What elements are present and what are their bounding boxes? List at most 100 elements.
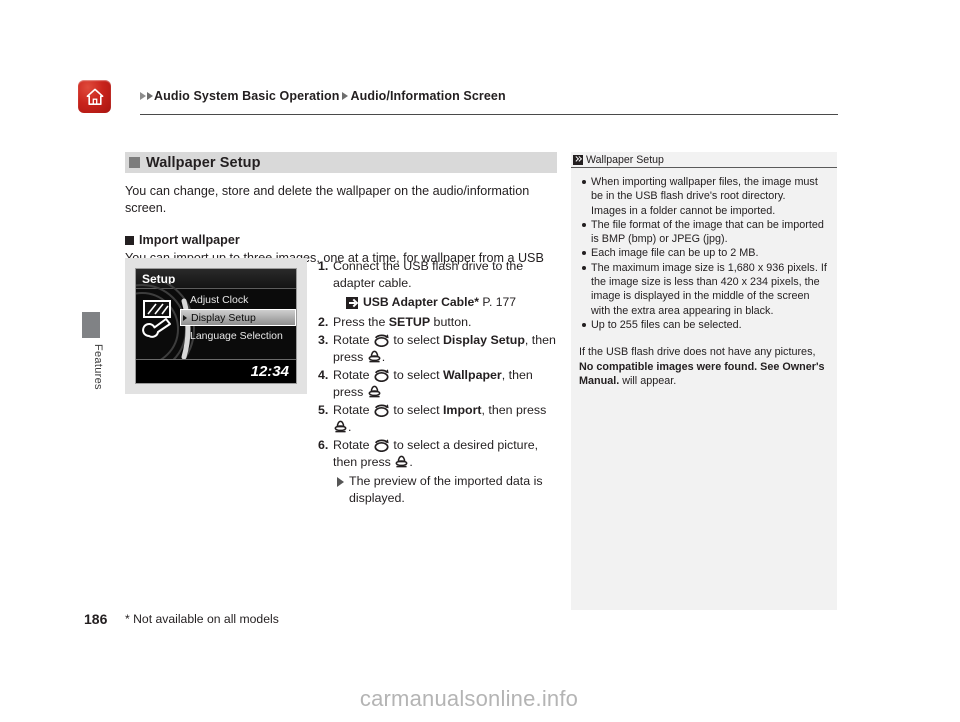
- step-text: Rotate to select Display Setup, then pre…: [333, 332, 558, 366]
- step-text: Rotate to select Wallpaper, then press: [333, 367, 558, 401]
- bullet-dot-icon: [582, 322, 586, 327]
- breadcrumb-arrow-icon: [140, 92, 146, 100]
- side-note-header: Wallpaper Setup: [571, 152, 837, 168]
- section-intro-text: You can change, store and delete the wal…: [125, 184, 530, 215]
- device-menu-item-selected[interactable]: Display Setup: [180, 309, 296, 326]
- rotate-knob-icon: [374, 369, 389, 382]
- device-screen: Setup Adjust Clock Display Setup Languag…: [135, 268, 297, 384]
- side-note-bullet-text: Up to 255 files can be selected.: [591, 318, 742, 331]
- step-text-run: to select: [389, 403, 443, 417]
- press-knob-icon: [368, 350, 381, 363]
- step-number: 4.: [318, 368, 329, 382]
- section-bullet-icon: [129, 157, 140, 168]
- step-number: 3.: [318, 333, 329, 347]
- side-note-body: When importing wallpaper files, the imag…: [571, 168, 837, 388]
- press-knob-icon: [334, 420, 347, 433]
- rotate-knob-icon: [374, 439, 389, 452]
- side-note-tail: will appear.: [619, 374, 677, 387]
- subsection-bullet-icon: [125, 235, 134, 245]
- device-menu-list: Adjust Clock Display Setup Language Sele…: [180, 291, 296, 357]
- step-text-run: Press the: [333, 315, 389, 329]
- step-text: Rotate to select Import, then press .: [333, 402, 558, 436]
- side-note-bold: No compatible images were found. See Own…: [579, 360, 825, 387]
- step-item: 5. Rotate to select Import, then press .: [318, 402, 558, 436]
- step-item: 6. Rotate to select a desired picture, t…: [318, 437, 558, 471]
- step-result-text: The preview of the imported data is disp…: [349, 474, 543, 505]
- step-text-run: , then press: [481, 403, 547, 417]
- side-note-bullet-text: The maximum image size is 1,680 x 936 pi…: [591, 261, 827, 317]
- device-menu-item[interactable]: Language Selection: [180, 327, 296, 344]
- step-text-run: Rotate: [333, 333, 373, 347]
- step-text-run: .: [348, 420, 352, 434]
- side-note-bullet: When importing wallpaper files, the imag…: [579, 175, 829, 218]
- step-text-run: button.: [430, 315, 472, 329]
- step-text-run: to select: [389, 333, 443, 347]
- step-text-run: Rotate: [333, 403, 373, 417]
- cross-reference-label: USB Adapter Cable*: [363, 295, 480, 309]
- bullet-dot-icon: [582, 180, 586, 184]
- step-number: 5.: [318, 403, 329, 417]
- step-number: 2.: [318, 315, 329, 329]
- step-number: 1.: [318, 259, 329, 273]
- side-note-panel: Wallpaper Setup When importing wallpaper…: [571, 152, 837, 610]
- step-item: 1. Connect the USB flash drive to the ad…: [318, 258, 558, 292]
- side-note-lead: If the USB flash drive does not have any…: [579, 346, 816, 359]
- header-divider: [140, 114, 838, 115]
- bullet-dot-icon: [582, 265, 586, 270]
- step-number: 6.: [318, 438, 329, 452]
- breadcrumb-arrow-icon: [342, 92, 349, 100]
- bullet-dot-icon: [582, 222, 586, 227]
- step-text-run: .: [381, 350, 386, 364]
- page-number: 186: [84, 611, 108, 627]
- side-note-title: Wallpaper Setup: [586, 153, 664, 166]
- step-item: 4. Rotate to select Wallpaper, then pres…: [318, 367, 558, 401]
- rotate-knob-icon: [374, 404, 389, 417]
- jump-reference-icon: [346, 297, 358, 309]
- step-text: Press the SETUP button.: [333, 314, 558, 331]
- step-text-run: to select: [389, 368, 443, 382]
- side-note-bullet-text: When importing wallpaper files, the imag…: [591, 176, 818, 217]
- watermark: carmanualsonline.info: [359, 686, 579, 711]
- section-tab-marker: [82, 312, 100, 338]
- home-glyph: [86, 88, 103, 105]
- step-emphasis: Display Setup: [442, 333, 525, 347]
- step-item: 2. Press the SETUP button.: [318, 314, 558, 331]
- breadcrumb-arrow-icon: [147, 92, 153, 100]
- press-knob-icon: [395, 455, 408, 468]
- device-screen-illustration: Setup Adjust Clock Display Setup Languag…: [125, 258, 307, 394]
- step-text: Connect the USB flash drive to the adapt…: [333, 259, 524, 290]
- device-menu-item[interactable]: Adjust Clock: [180, 291, 296, 308]
- cross-reference-page: P. 177: [482, 295, 517, 309]
- section-heading-text: Wallpaper Setup: [146, 154, 261, 171]
- cross-reference[interactable]: USB Adapter Cable* P. 177: [346, 294, 558, 311]
- breadcrumb: Audio System Basic Operation Audio/Infor…: [140, 89, 506, 103]
- home-icon[interactable]: [78, 80, 111, 113]
- step-text: Rotate to select a desired picture, then…: [333, 437, 558, 471]
- step-item: 3. Rotate to select Display Setup, then …: [318, 332, 558, 366]
- side-note-bullet: Each image file can be up to 2 MB.: [579, 246, 829, 260]
- result-arrow-icon: [337, 477, 344, 487]
- side-note-bullet: Up to 255 files can be selected.: [579, 318, 829, 332]
- side-note-bullet-text: The file format of the image that can be…: [591, 218, 824, 246]
- press-knob-icon: [368, 385, 381, 398]
- subsection-heading: Import wallpaper: [125, 233, 557, 247]
- breadcrumb-item-1[interactable]: Audio System Basic Operation: [154, 89, 339, 103]
- side-note-bullet: The maximum image size is 1,680 x 936 pi…: [579, 261, 829, 318]
- section-heading: Wallpaper Setup: [125, 152, 557, 173]
- step-emphasis: SETUP: [388, 315, 431, 329]
- side-note-bullet: The file format of the image that can be…: [579, 218, 829, 247]
- breadcrumb-item-2[interactable]: Audio/Information Screen: [350, 89, 505, 103]
- step-text-run: Rotate: [333, 438, 373, 452]
- footnote: * Not available on all models: [125, 612, 279, 626]
- step-text-run: .: [409, 455, 413, 469]
- step-list: 1. Connect the USB flash drive to the ad…: [318, 258, 558, 507]
- double-arrow-icon: [573, 154, 583, 165]
- device-clock: 12:34: [136, 359, 296, 383]
- rotate-knob-icon: [374, 334, 389, 347]
- subsection-heading-text: Import wallpaper: [139, 233, 240, 247]
- side-note-bullet-text: Each image file can be up to 2 MB.: [591, 247, 759, 260]
- step-result: The preview of the imported data is disp…: [337, 473, 558, 507]
- side-note-paragraph: If the USB flash drive does not have any…: [579, 345, 829, 388]
- section-tab-label: Features: [92, 344, 104, 390]
- step-emphasis: Import: [442, 403, 482, 417]
